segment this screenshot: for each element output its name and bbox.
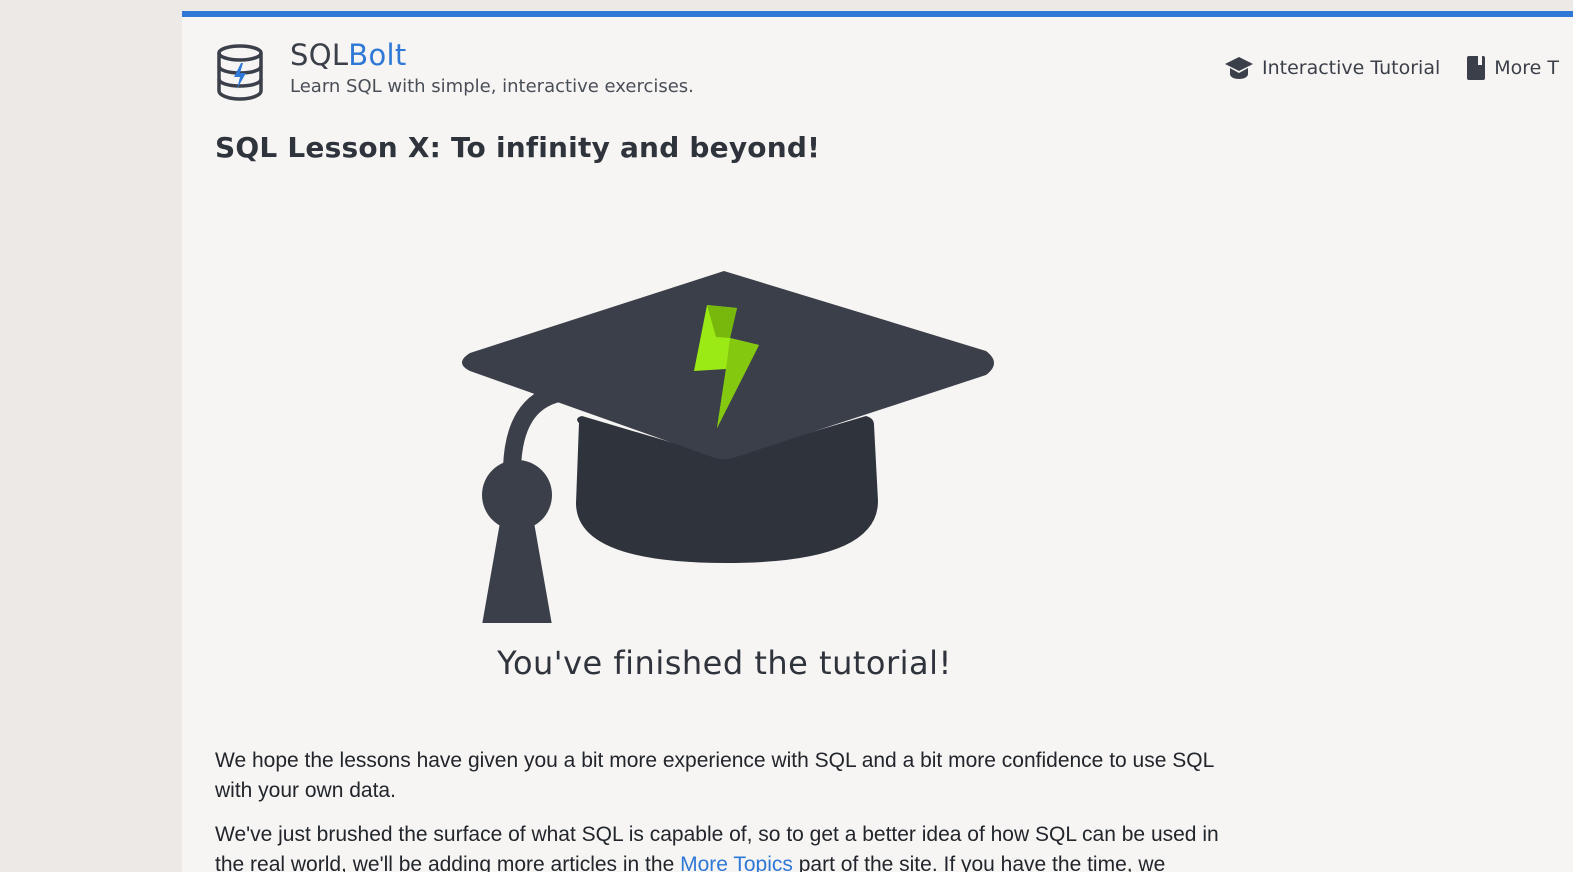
brand-title[interactable]: SQLBolt bbox=[290, 37, 407, 73]
brand-name-part1: SQL bbox=[290, 38, 349, 72]
paragraph-2-text-end: part of the site. If you have the time, … bbox=[792, 853, 1166, 872]
page-container: SQLBolt Learn SQL with simple, interacti… bbox=[182, 11, 1573, 872]
page-title: SQL Lesson X: To infinity and beyond! bbox=[215, 131, 821, 164]
top-nav: Interactive Tutorial More T bbox=[1224, 55, 1559, 81]
brand-name-part2: Bolt bbox=[348, 38, 407, 72]
nav-interactive-tutorial[interactable]: Interactive Tutorial bbox=[1224, 55, 1440, 81]
brand-tagline: Learn SQL with simple, interactive exerc… bbox=[290, 76, 694, 97]
book-icon bbox=[1467, 56, 1486, 80]
more-topics-link[interactable]: More Topics bbox=[680, 853, 793, 872]
nav-more-topics-label: More T bbox=[1494, 57, 1559, 79]
graduation-cap-icon bbox=[1225, 57, 1253, 79]
completion-caption: You've finished the tutorial! bbox=[497, 644, 952, 682]
paragraph-2: We've just brushed the surface of what S… bbox=[215, 820, 1245, 872]
graduation-cap-bolt-icon bbox=[462, 271, 994, 623]
nav-more-topics[interactable]: More T bbox=[1466, 55, 1559, 81]
database-bolt-icon[interactable] bbox=[214, 43, 266, 103]
paragraph-1: We hope the lessons have given you a bit… bbox=[215, 749, 1214, 802]
nav-interactive-tutorial-label: Interactive Tutorial bbox=[1262, 57, 1441, 79]
